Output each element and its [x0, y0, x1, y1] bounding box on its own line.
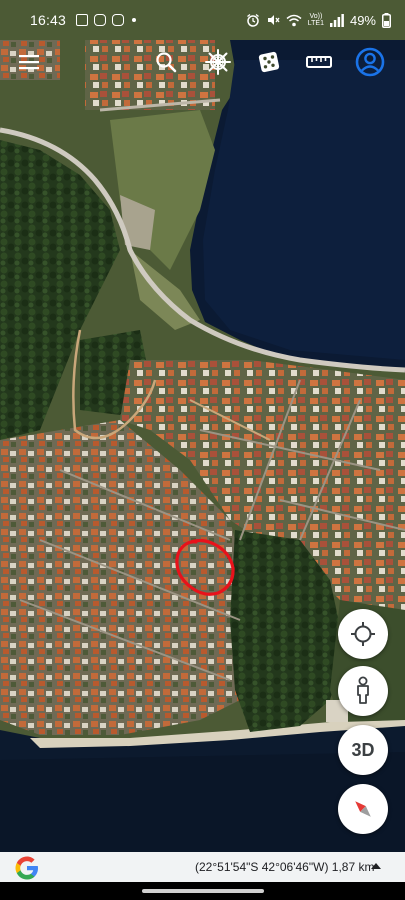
- pegman-icon: [357, 676, 369, 704]
- volte-label-bottom: LTE1: [307, 20, 324, 27]
- triangle-up-icon[interactable]: [371, 863, 381, 869]
- street-view-button[interactable]: [338, 666, 388, 716]
- dice-icon: [258, 51, 280, 73]
- top-toolbar: [0, 40, 405, 84]
- compass-icon: [355, 801, 371, 817]
- red-circle-annotation: [175, 538, 235, 596]
- status-right: Vo)) LTE1 49%: [246, 12, 391, 28]
- wifi-icon: [286, 14, 302, 26]
- compass-button[interactable]: [338, 784, 388, 834]
- signal-icon: [329, 13, 344, 27]
- gesture-handle[interactable]: [142, 889, 264, 893]
- my-location-button[interactable]: [338, 609, 388, 659]
- account-button[interactable]: [352, 44, 388, 80]
- search-icon: [156, 52, 177, 73]
- satellite-map[interactable]: [0, 0, 405, 852]
- volte-icon: Vo)) LTE1: [308, 13, 324, 27]
- crosshair-icon: [351, 622, 375, 646]
- instagram-icon: [94, 14, 107, 26]
- google-g-logo: [15, 856, 38, 880]
- search-button[interactable]: [148, 44, 184, 80]
- satellite-imagery: [0, 0, 405, 852]
- status-time: 16:43: [30, 12, 67, 28]
- ship-wheel-icon: [205, 49, 231, 75]
- 3d-toggle-button[interactable]: 3D: [338, 725, 388, 775]
- instagram-icon: [112, 14, 125, 26]
- battery-icon: [382, 12, 391, 28]
- system-navigation-bar: [0, 882, 405, 900]
- status-bar: 16:43 Vo)) LTE1 49%: [0, 0, 405, 40]
- measure-button[interactable]: [301, 44, 337, 80]
- ruler-icon: [306, 56, 332, 68]
- menu-button[interactable]: [11, 44, 47, 80]
- voyager-button[interactable]: [200, 44, 236, 80]
- mute-icon: [267, 15, 280, 25]
- image-icon: [76, 14, 89, 26]
- status-left: 16:43: [30, 12, 137, 28]
- bottom-info-bar: (22°51'54"S 42°06'46"W) 1,87 km: [0, 852, 405, 882]
- coordinates-scale-text[interactable]: (22°51'54"S 42°06'46"W) 1,87 km: [195, 860, 374, 874]
- alarm-icon: [246, 13, 259, 27]
- volte-label-top: Vo)): [309, 13, 323, 20]
- account-icon: [355, 47, 385, 77]
- menu-icon: [19, 55, 39, 70]
- dot-icon: [132, 18, 137, 22]
- feeling-lucky-button[interactable]: [251, 44, 287, 80]
- battery-percent: 49%: [349, 12, 376, 28]
